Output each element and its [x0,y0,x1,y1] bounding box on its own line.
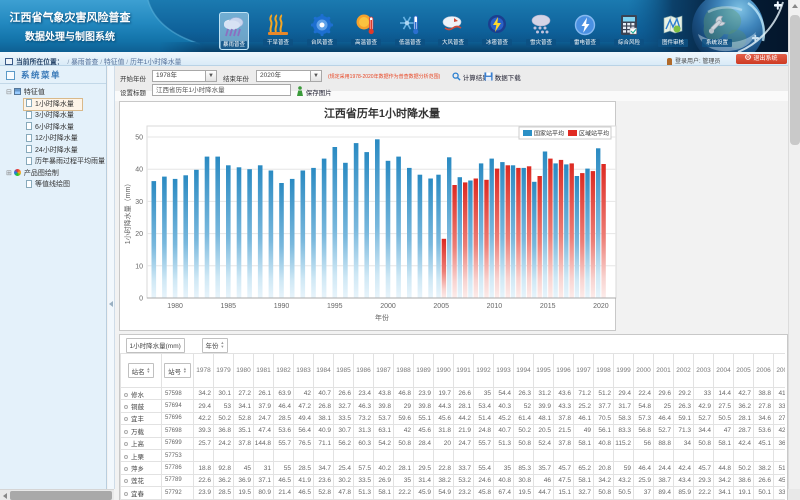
svg-text:40: 40 [135,167,143,174]
svg-text:2005: 2005 [433,303,449,310]
svg-text:2010: 2010 [487,303,503,310]
svg-text:1小时降水量（mm）: 1小时降水量（mm） [123,180,132,245]
svg-text:0: 0 [139,296,143,303]
svg-text:1995: 1995 [327,303,343,310]
svg-text:年份: 年份 [375,313,389,322]
svg-text:50: 50 [135,135,143,142]
svg-text:20: 20 [135,231,143,238]
svg-text:1990: 1990 [274,303,290,310]
svg-text:30: 30 [135,199,143,206]
svg-text:2015: 2015 [540,303,556,310]
svg-text:1980: 1980 [167,303,183,310]
svg-text:江西省历年1小时降水量: 江西省历年1小时降水量 [324,106,440,120]
svg-text:国家站平均: 国家站平均 [534,130,564,138]
svg-text:10: 10 [135,263,143,270]
svg-text:区域站平均: 区域站平均 [579,130,609,138]
svg-text:2000: 2000 [380,303,396,310]
svg-text:1985: 1985 [221,303,237,310]
svg-text:2020: 2020 [593,303,609,310]
